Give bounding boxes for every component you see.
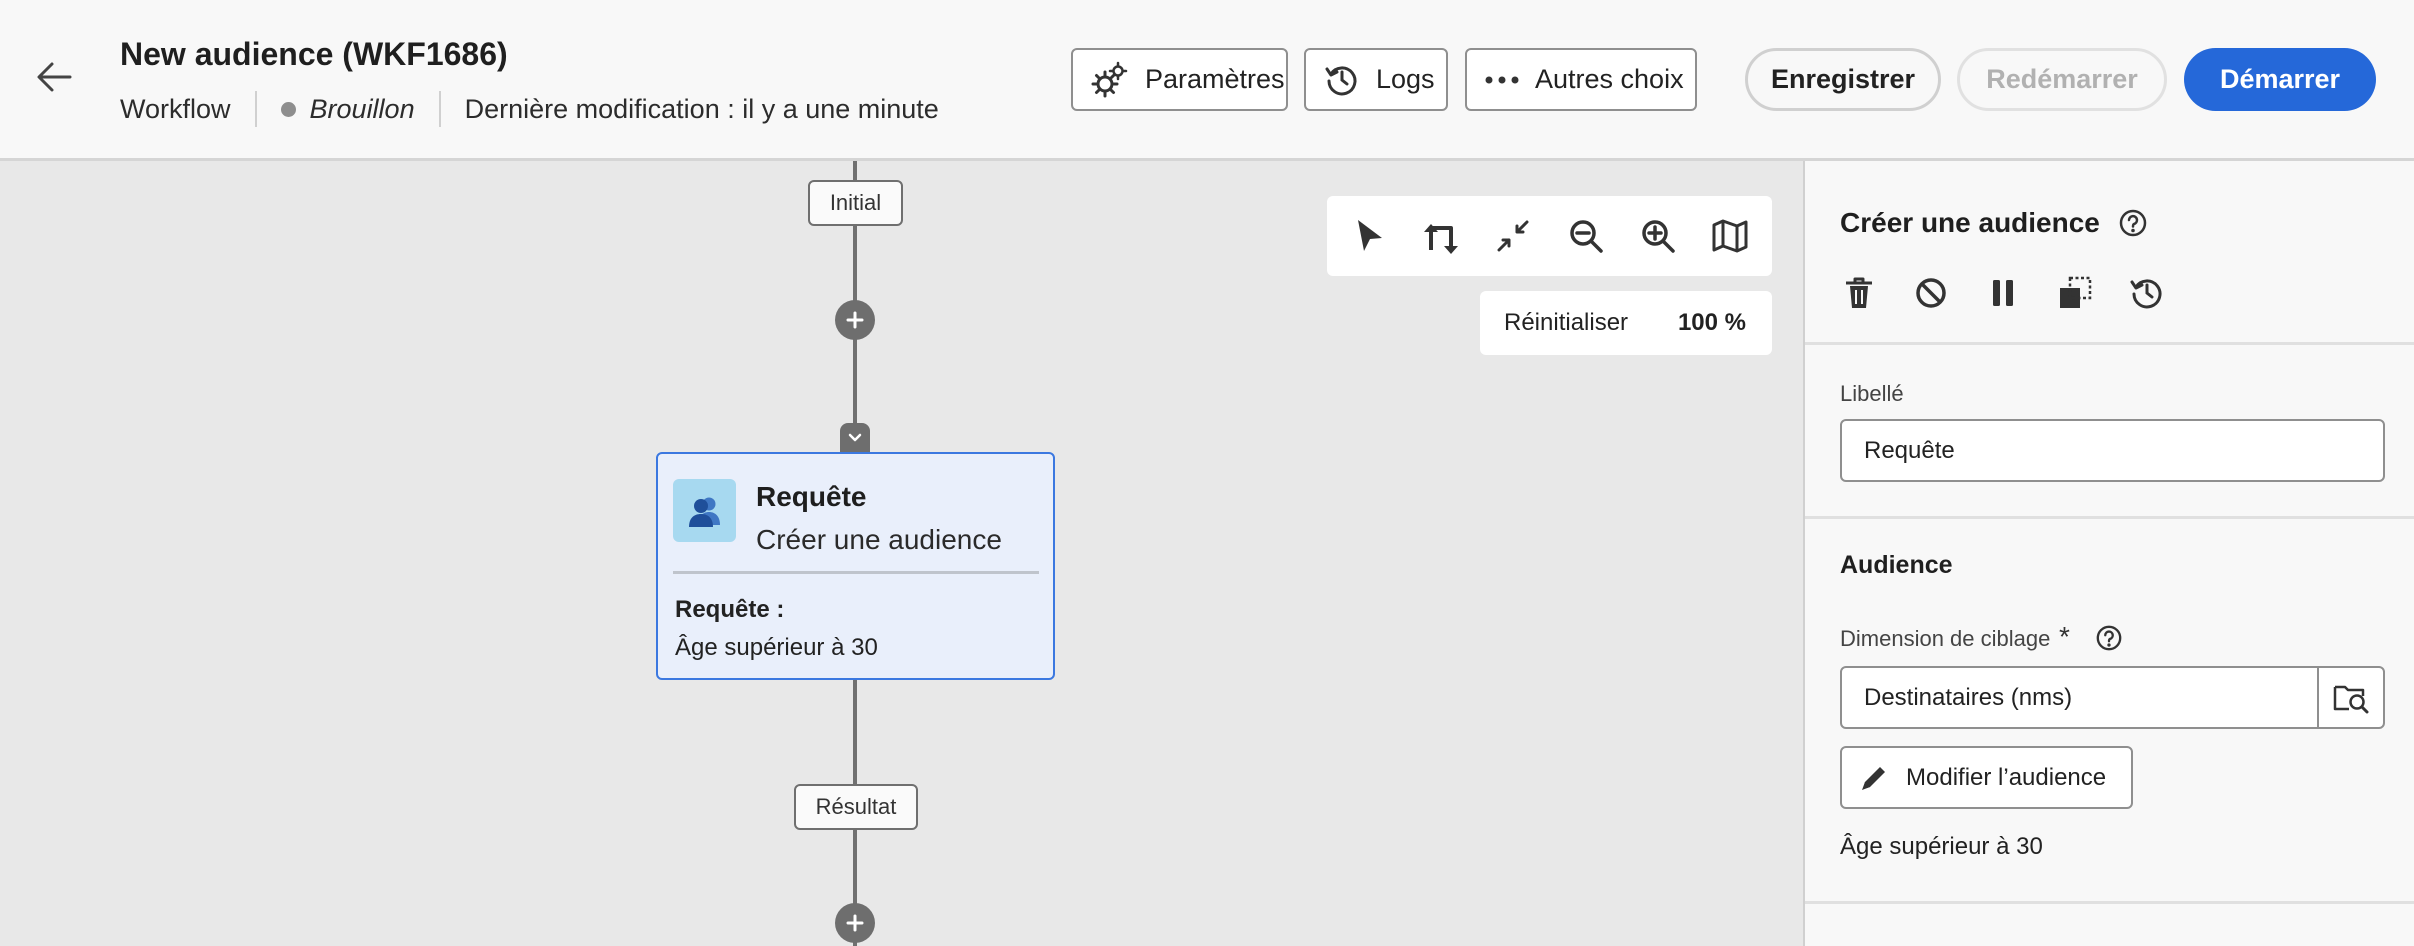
targeting-dimension-field[interactable]: Destinataires (nms) [1840, 666, 2385, 729]
plus-icon [846, 311, 864, 329]
last-modified: Dernière modification : il y a une minut… [464, 93, 939, 124]
zoom-in-icon[interactable] [1630, 208, 1686, 264]
status-dot-icon [280, 101, 296, 117]
divider [438, 91, 441, 127]
pencil-icon [1858, 762, 1890, 794]
zoom-out-icon[interactable] [1558, 208, 1614, 264]
collapse-icon[interactable] [1485, 208, 1541, 264]
zoom-control: Réinitialiser 100 % [1480, 291, 1772, 355]
required-mark: * [2059, 621, 2070, 652]
copy-icon[interactable] [2053, 271, 2097, 315]
page-title: New audience (WKF1686) [120, 36, 508, 72]
delete-icon[interactable] [1837, 271, 1881, 315]
more-icon [1485, 75, 1519, 85]
divider [673, 571, 1039, 574]
targeting-dimension-value: Destinataires (nms) [1864, 683, 2073, 711]
restart-button[interactable]: Redémarrer [1957, 48, 2167, 111]
start-button[interactable]: Démarrer [2184, 48, 2376, 111]
activity-title: Requête [756, 481, 867, 512]
workflow-header: New audience (WKF1686) Workflow Brouillo… [0, 0, 2414, 161]
audience-icon [673, 479, 736, 542]
activity-query-label: Requête : [675, 596, 785, 623]
activity-card-build-audience[interactable]: Requête Créer une audience Requête : Âge… [656, 452, 1055, 680]
add-activity-button[interactable] [835, 903, 875, 943]
divider [1805, 516, 2414, 519]
add-activity-button[interactable] [835, 300, 875, 340]
plus-icon [846, 914, 864, 932]
audience-condition: Âge supérieur à 30 [1840, 833, 2043, 860]
auto-layout-icon[interactable] [1413, 208, 1469, 264]
activity-subtitle: Créer une audience [756, 524, 1002, 555]
disable-icon[interactable] [1909, 271, 1953, 315]
divider [1805, 342, 2414, 345]
divider [254, 91, 257, 127]
settings-label: Paramètres [1145, 64, 1285, 94]
browse-folder-icon[interactable] [2317, 668, 2383, 727]
history-icon [1324, 62, 1360, 98]
workflow-meta: Workflow Brouillon Dernière modification… [120, 90, 939, 128]
logs-button[interactable]: Logs [1304, 48, 1448, 111]
select-pointer-icon[interactable] [1341, 208, 1397, 264]
help-icon[interactable] [2118, 208, 2148, 238]
pause-icon[interactable] [1981, 271, 2025, 315]
workflow-type: Workflow [120, 93, 231, 124]
panel-actions [1837, 271, 2169, 315]
gears-icon [1091, 61, 1129, 99]
transition-label-result: Résultat [794, 784, 918, 830]
edit-audience-button[interactable]: Modifier l’audience [1840, 746, 2133, 809]
edit-audience-label: Modifier l’audience [1906, 763, 2107, 791]
status-badge: Brouillon [309, 93, 415, 124]
workflow-canvas[interactable]: Initial Requête Créer une audience Requê… [0, 161, 1803, 946]
more-options-button[interactable]: Autres choix [1465, 48, 1697, 111]
divider [1805, 901, 2414, 904]
collapse-node-button[interactable] [840, 423, 870, 453]
logs-label: Logs [1376, 64, 1435, 94]
reset-zoom-button[interactable]: Réinitialiser [1504, 309, 1628, 337]
canvas-toolbar [1327, 196, 1772, 276]
targeting-dimension-label: Dimension de ciblage [1840, 626, 2051, 651]
panel-title: Créer une audience [1840, 207, 2100, 238]
history-icon[interactable] [2125, 271, 2169, 315]
activity-query-value: Âge supérieur à 30 [675, 634, 878, 661]
activity-properties-panel: Créer une audience Libellé Audience Dime… [1803, 161, 2414, 946]
help-icon[interactable] [2095, 624, 2123, 652]
map-icon[interactable] [1702, 208, 1758, 264]
label-input[interactable] [1840, 419, 2385, 482]
settings-button[interactable]: Paramètres [1071, 48, 1288, 111]
back-arrow-icon[interactable] [30, 52, 80, 102]
more-options-label: Autres choix [1535, 64, 1684, 94]
label-field-label: Libellé [1840, 381, 1904, 406]
save-button[interactable]: Enregistrer [1745, 48, 1941, 111]
chevron-down-icon [848, 433, 862, 442]
audience-section-title: Audience [1840, 551, 1953, 579]
zoom-level: 100 % [1677, 309, 1746, 336]
transition-label-initial: Initial [808, 180, 903, 226]
